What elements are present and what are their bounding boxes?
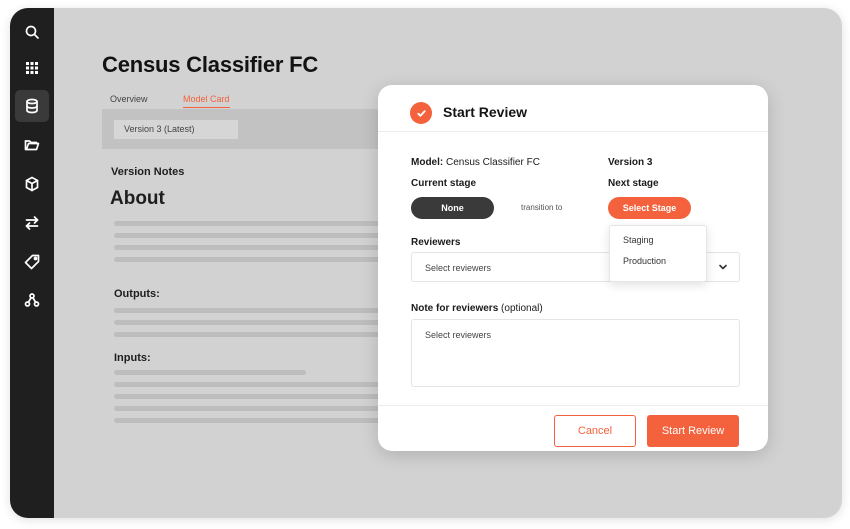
- sidebar-item-models[interactable]: [15, 90, 49, 122]
- version-label: Version 3: [608, 157, 653, 168]
- text-placeholder-line: [114, 221, 384, 226]
- search-icon: [25, 25, 39, 39]
- next-stage-label: Next stage: [608, 178, 659, 189]
- check-circle-icon: [410, 102, 432, 124]
- stage-option-staging[interactable]: Staging: [623, 235, 654, 245]
- cube-icon: [25, 176, 39, 192]
- text-placeholder-line: [114, 394, 384, 399]
- page-title: Census Classifier FC: [102, 52, 319, 77]
- sidebar-item-transfers[interactable]: [15, 207, 49, 239]
- tab-overview[interactable]: Overview: [110, 94, 148, 104]
- text-placeholder-line: [114, 320, 384, 325]
- sidebar-item-packages[interactable]: [15, 168, 49, 200]
- current-stage-badge: None: [411, 197, 494, 219]
- text-placeholder-line: [114, 418, 384, 423]
- cancel-button[interactable]: Cancel: [554, 415, 636, 447]
- note-textarea[interactable]: Select reviewers: [411, 319, 740, 387]
- stage-dropdown: Staging Production: [609, 225, 707, 282]
- chevron-down-icon[interactable]: [717, 261, 729, 273]
- app-window: Census Classifier FC Overview Model Card…: [10, 8, 842, 518]
- model-label: Model:: [411, 157, 444, 168]
- transfer-icon: [25, 216, 39, 230]
- modal-header: Start Review: [378, 85, 768, 132]
- model-info: Model: Census Classifier FC: [411, 157, 540, 168]
- note-label: Note for reviewers (optional): [411, 303, 543, 314]
- note-optional: (optional): [501, 303, 543, 314]
- reviewers-label: Reviewers: [411, 237, 461, 248]
- text-placeholder-line: [114, 233, 384, 238]
- reviewers-placeholder: Select reviewers: [425, 263, 492, 273]
- outputs-heading: Outputs:: [114, 288, 160, 300]
- text-placeholder-line: [114, 370, 306, 375]
- sidebar-item-tags[interactable]: [15, 246, 49, 278]
- modal-title: Start Review: [443, 104, 528, 120]
- start-review-button[interactable]: Start Review: [647, 415, 739, 447]
- inputs-heading: Inputs:: [114, 352, 151, 364]
- text-placeholder-line: [114, 245, 384, 250]
- tab-model-card[interactable]: Model Card: [183, 94, 230, 108]
- database-icon: [26, 98, 38, 114]
- text-placeholder-line: [114, 332, 384, 337]
- about-heading: About: [110, 188, 165, 209]
- sidebar: [10, 8, 54, 518]
- sidebar-item-files[interactable]: [15, 129, 49, 161]
- grid-icon: [26, 62, 38, 74]
- sidebar-item-apps[interactable]: [15, 52, 49, 84]
- text-placeholder-line: [114, 308, 384, 313]
- sidebar-item-network[interactable]: [15, 284, 49, 316]
- current-stage-label: Current stage: [411, 178, 477, 189]
- model-value: Census Classifier FC: [446, 157, 540, 168]
- version-notes-heading: Version Notes: [111, 166, 185, 178]
- note-label-text: Note for reviewers: [411, 303, 499, 314]
- sidebar-item-search[interactable]: [15, 16, 49, 48]
- folder-icon: [24, 140, 40, 151]
- text-placeholder-line: [114, 406, 384, 411]
- version-bar: Version 3 (Latest): [102, 109, 392, 149]
- tag-icon: [24, 254, 40, 270]
- note-placeholder: Select reviewers: [425, 330, 492, 340]
- start-review-modal: Start Review Model: Census Classifier FC…: [378, 85, 768, 451]
- stage-option-production[interactable]: Production: [623, 256, 666, 266]
- modal-footer-divider: [378, 405, 768, 406]
- select-stage-button[interactable]: Select Stage: [608, 197, 691, 219]
- text-placeholder-line: [114, 382, 384, 387]
- version-select[interactable]: Version 3 (Latest): [114, 120, 238, 139]
- text-placeholder-line: [114, 257, 384, 262]
- transition-text: transition to: [521, 203, 563, 212]
- network-icon: [24, 293, 40, 307]
